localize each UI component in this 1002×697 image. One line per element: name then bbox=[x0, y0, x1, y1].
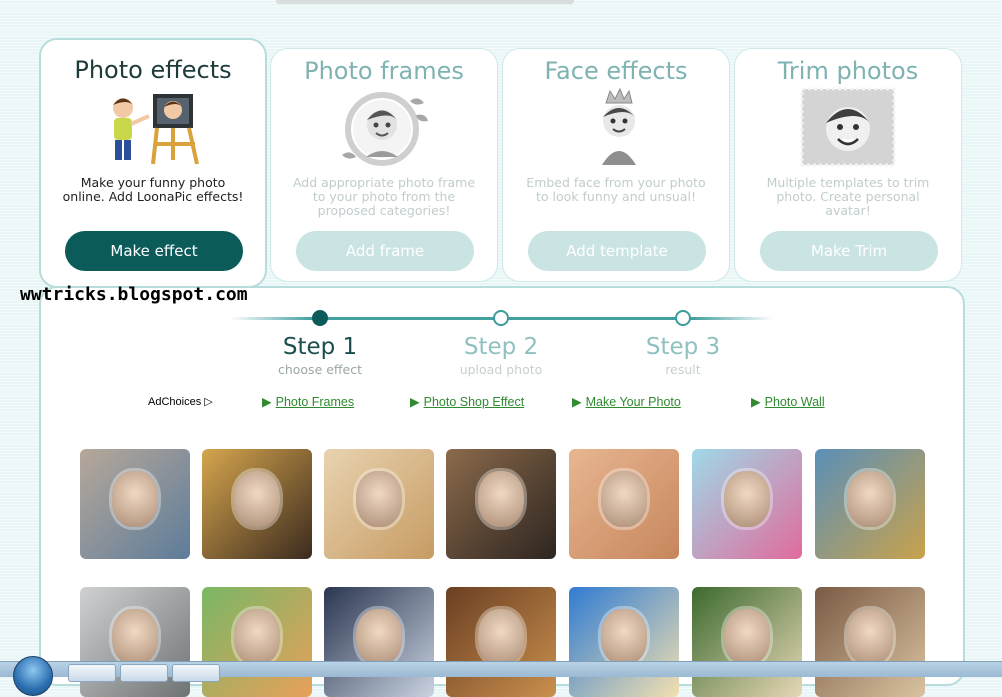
ad-link-label: Photo Frames bbox=[275, 395, 355, 409]
vintage-room-effect-thumbnail[interactable] bbox=[446, 587, 556, 697]
times-square-billboard-effect-thumbnail[interactable] bbox=[815, 449, 925, 559]
face-placeholder bbox=[478, 471, 524, 527]
magazine-reader-effect-thumbnail[interactable] bbox=[202, 449, 312, 559]
face-placeholder bbox=[356, 609, 402, 665]
ad-link-label: Photo Wall bbox=[764, 395, 825, 409]
face-placeholder bbox=[356, 471, 402, 527]
card-description: Multiple templates to trim photo. Create… bbox=[766, 175, 930, 218]
make-trim-button[interactable]: Make Trim bbox=[760, 231, 938, 271]
step-2-subtitle: upload photo bbox=[459, 362, 543, 377]
add-frame-button[interactable]: Add frame bbox=[296, 231, 474, 271]
step-1-title: Step 1 bbox=[282, 334, 358, 360]
step-2-title: Step 2 bbox=[463, 334, 539, 360]
step-2-dot bbox=[493, 310, 509, 326]
ad-link-photo-frames[interactable]: ▶ Photo Frames bbox=[262, 394, 354, 409]
face-placeholder bbox=[234, 609, 280, 665]
start-button-icon[interactable] bbox=[13, 656, 53, 696]
step-3-dot bbox=[675, 310, 691, 326]
card-title: Photo frames bbox=[304, 57, 464, 85]
card-title: Trim photos bbox=[777, 57, 919, 85]
play-arrow-icon: ▶ bbox=[572, 395, 582, 409]
face-placeholder bbox=[724, 609, 770, 665]
step-1-dot bbox=[312, 310, 328, 326]
face-placeholder bbox=[601, 471, 647, 527]
tea-table-effect-thumbnail[interactable] bbox=[815, 587, 925, 697]
browser-tab-edge bbox=[276, 0, 574, 4]
street-poster-effect-thumbnail[interactable] bbox=[446, 449, 556, 559]
graffiti-wall-effect-thumbnail[interactable] bbox=[80, 449, 190, 559]
card-description: Make your funny photo online. Add LoonaP… bbox=[62, 175, 244, 204]
step-3-title: Step 3 bbox=[645, 334, 721, 360]
adchoices-icon: ▷ bbox=[204, 396, 213, 408]
watermark-text: wwtricks.blogspot.com bbox=[20, 284, 248, 305]
ad-link-photo-shop-effect[interactable]: ▶ Photo Shop Effect bbox=[410, 394, 524, 409]
add-template-button[interactable]: Add template bbox=[528, 231, 706, 271]
face-placeholder bbox=[724, 471, 770, 527]
face-placeholder bbox=[601, 609, 647, 665]
gift-box-frame-effect-thumbnail[interactable] bbox=[692, 449, 802, 559]
superhero-shirt-effect-thumbnail[interactable] bbox=[324, 587, 434, 697]
face-placeholder bbox=[112, 609, 158, 665]
puzzle-effect-thumbnail[interactable] bbox=[569, 449, 679, 559]
play-arrow-icon: ▶ bbox=[751, 395, 761, 409]
beach-palm-effect-thumbnail[interactable] bbox=[569, 587, 679, 697]
ad-link-label: Make Your Photo bbox=[585, 395, 681, 409]
face-placeholder bbox=[847, 471, 893, 527]
face-placeholder bbox=[478, 609, 524, 665]
card-description: Embed face from your photo to look funny… bbox=[526, 175, 706, 204]
card-photo-frames[interactable]: Photo frames Add appropriate photo frame… bbox=[270, 48, 498, 282]
stamp-boy-illustration bbox=[800, 87, 896, 167]
taskbar-app-button[interactable] bbox=[120, 664, 168, 682]
card-title: Face effects bbox=[544, 57, 688, 85]
make-effect-button[interactable]: Make effect bbox=[65, 231, 243, 271]
face-placeholder bbox=[234, 471, 280, 527]
play-arrow-icon: ▶ bbox=[262, 395, 272, 409]
face-placeholder bbox=[847, 609, 893, 665]
adchoices-text: AdChoices bbox=[148, 396, 202, 408]
framed-boy-illustration bbox=[342, 92, 428, 166]
card-trim-photos[interactable]: Trim photos Multiple templates to trim p… bbox=[734, 48, 962, 282]
play-arrow-icon: ▶ bbox=[410, 395, 420, 409]
adchoices-label[interactable]: AdChoices ▷ bbox=[148, 395, 213, 408]
golden-frame-effect-thumbnail[interactable] bbox=[324, 449, 434, 559]
taskbar-app-button[interactable] bbox=[172, 664, 220, 682]
card-photo-effects[interactable]: Photo effects Make your funny photo onli… bbox=[39, 38, 267, 288]
card-title: Photo effects bbox=[74, 56, 232, 84]
ad-link-label: Photo Shop Effect bbox=[423, 395, 525, 409]
painter-boy-illustration bbox=[113, 94, 199, 165]
face-placeholder bbox=[112, 471, 158, 527]
card-description: Add appropriate photo frame to your phot… bbox=[292, 175, 476, 218]
card-face-effects[interactable]: Face effects Embed face from your photo … bbox=[502, 48, 730, 282]
windows-taskbar bbox=[0, 656, 1002, 696]
step-1-subtitle: choose effect bbox=[277, 362, 363, 377]
crowned-boy-illustration bbox=[602, 87, 636, 165]
ad-link-make-your-photo[interactable]: ▶ Make Your Photo bbox=[572, 394, 681, 409]
step-3-subtitle: result bbox=[665, 362, 701, 377]
taskbar-app-button[interactable] bbox=[68, 664, 116, 682]
flower-wreath-effect-thumbnail[interactable] bbox=[692, 587, 802, 697]
ad-link-photo-wall[interactable]: ▶ Photo Wall bbox=[751, 394, 825, 409]
